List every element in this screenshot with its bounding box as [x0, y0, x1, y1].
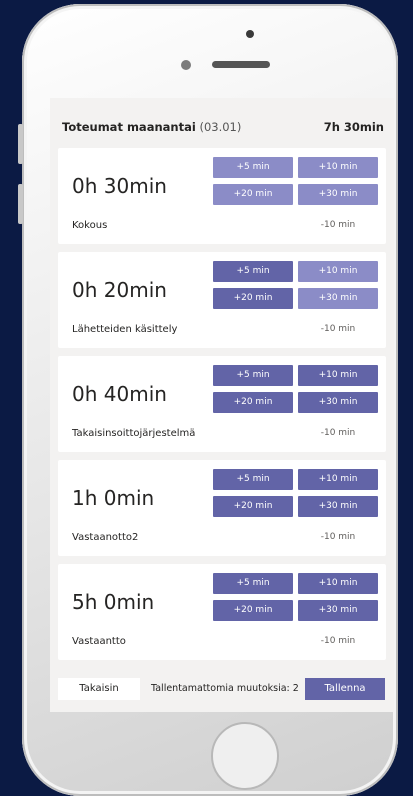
time-entry-card: 0h 20min +5 min +10 min +20 min +30 min …	[58, 252, 386, 348]
subtract-10-min-button[interactable]: -10 min	[298, 526, 378, 548]
entry-duration: 0h 20min	[72, 278, 167, 302]
action-bar: Takaisin Tallentamattomia muutoksia: 2 T…	[58, 678, 386, 700]
add-20-min-button[interactable]: +20 min	[213, 600, 293, 621]
add-20-min-button[interactable]: +20 min	[213, 184, 293, 205]
add-5-min-button[interactable]: +5 min	[213, 469, 293, 490]
total-time: 7h 30min	[323, 120, 384, 134]
entry-task-name: Kokous	[72, 220, 108, 231]
add-20-min-button[interactable]: +20 min	[213, 288, 293, 309]
page-date: (03.01)	[199, 120, 242, 134]
add-5-min-button[interactable]: +5 min	[213, 157, 293, 178]
entry-task-name: Vastaantto	[72, 636, 126, 647]
entry-task-name: Lähetteiden käsittely	[72, 324, 178, 335]
save-button[interactable]: Tallenna	[305, 678, 385, 700]
app-screen: Toteumat maanantai (03.01) 7h 30min 0h 3…	[50, 98, 394, 712]
subtract-10-min-button[interactable]: -10 min	[298, 318, 378, 340]
time-entry-card: 0h 30min +5 min +10 min +20 min +30 min …	[58, 148, 386, 244]
add-5-min-button[interactable]: +5 min	[213, 365, 293, 386]
time-entry-card: 5h 0min +5 min +10 min +20 min +30 min V…	[58, 564, 386, 660]
add-30-min-button[interactable]: +30 min	[298, 392, 378, 413]
unsaved-changes-text: Tallentamattomia muutoksia: 2	[151, 683, 299, 694]
home-button[interactable]	[211, 722, 279, 790]
add-5-min-button[interactable]: +5 min	[213, 573, 293, 594]
add-10-min-button[interactable]: +10 min	[298, 469, 378, 490]
subtract-10-min-button[interactable]: -10 min	[298, 422, 378, 444]
sensor-icon	[246, 30, 254, 38]
subtract-10-min-button[interactable]: -10 min	[298, 630, 378, 652]
phone-side-button	[18, 184, 23, 224]
add-30-min-button[interactable]: +30 min	[298, 288, 378, 309]
add-30-min-button[interactable]: +30 min	[298, 184, 378, 205]
page-title: Toteumat maanantai (03.01)	[62, 120, 241, 134]
add-10-min-button[interactable]: +10 min	[298, 573, 378, 594]
camera-icon	[181, 60, 191, 70]
add-10-min-button[interactable]: +10 min	[298, 261, 378, 282]
add-30-min-button[interactable]: +30 min	[298, 496, 378, 517]
add-20-min-button[interactable]: +20 min	[213, 496, 293, 517]
entry-duration: 1h 0min	[72, 486, 155, 510]
add-10-min-button[interactable]: +10 min	[298, 157, 378, 178]
entry-duration: 5h 0min	[72, 590, 155, 614]
add-10-min-button[interactable]: +10 min	[298, 365, 378, 386]
entry-task-name: Takaisinsoittojärjestelmä	[72, 428, 196, 439]
page-header: Toteumat maanantai (03.01) 7h 30min	[62, 118, 384, 136]
entry-duration: 0h 30min	[72, 174, 167, 198]
back-button[interactable]: Takaisin	[58, 678, 140, 700]
time-entry-card: 0h 40min +5 min +10 min +20 min +30 min …	[58, 356, 386, 452]
phone-side-button	[18, 124, 23, 164]
subtract-10-min-button[interactable]: -10 min	[298, 214, 378, 236]
add-30-min-button[interactable]: +30 min	[298, 600, 378, 621]
add-20-min-button[interactable]: +20 min	[213, 392, 293, 413]
entry-duration: 0h 40min	[72, 382, 167, 406]
page-title-text: Toteumat maanantai	[62, 120, 196, 134]
add-5-min-button[interactable]: +5 min	[213, 261, 293, 282]
entry-task-name: Vastaanotto2	[72, 532, 139, 543]
time-entry-card: 1h 0min +5 min +10 min +20 min +30 min V…	[58, 460, 386, 556]
speaker-grill	[212, 61, 270, 68]
